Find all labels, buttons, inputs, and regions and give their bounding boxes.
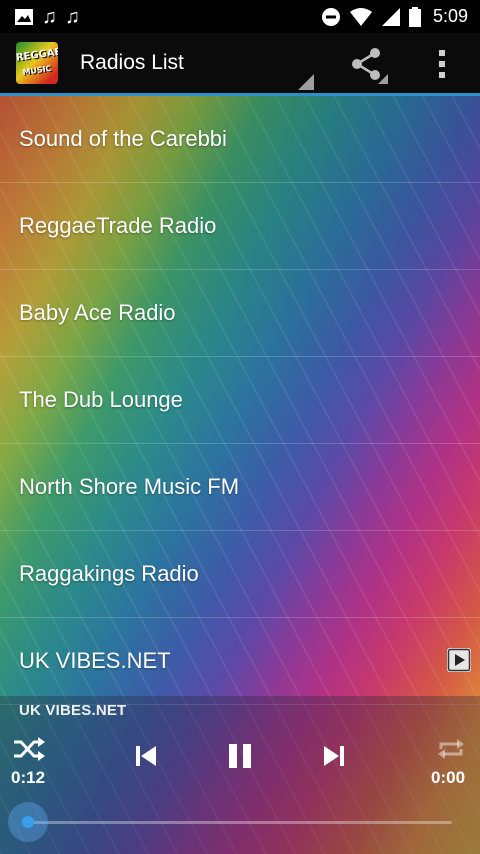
share-menu-indicator-icon	[378, 74, 388, 84]
app-logo[interactable]: REGGAE MUSIC	[16, 42, 58, 84]
now-playing-icon	[447, 648, 471, 672]
station-name: The Dub Lounge	[19, 387, 183, 412]
duration-time: 0:00	[431, 768, 466, 787]
station-name: North Shore Music FM	[19, 474, 240, 499]
station-list: Sound of the Carebbi ReggaeTrade Radio B…	[0, 96, 480, 705]
list-item[interactable]: ReggaeTrade Radio	[0, 183, 480, 270]
station-name: ReggaeTrade Radio	[19, 213, 217, 238]
list-item[interactable]: Raggakings Radio	[0, 531, 480, 618]
wifi-icon	[349, 7, 372, 26]
player-panel: UK VIBES.NET 0:12 0:00	[0, 696, 480, 854]
more-vert-icon[interactable]	[430, 46, 454, 82]
music-note-icon: ♫	[42, 5, 57, 28]
battery-icon	[408, 6, 421, 27]
station-name: Baby Ace Radio	[19, 300, 176, 325]
list-item[interactable]: Sound of the Carebbi	[0, 96, 480, 183]
list-item[interactable]: The Dub Lounge	[0, 357, 480, 444]
previous-icon[interactable]	[134, 744, 158, 768]
shuffle-icon[interactable]	[12, 736, 46, 762]
action-bar: REGGAE MUSIC Radios List	[0, 33, 480, 96]
next-icon[interactable]	[322, 744, 346, 768]
pause-icon[interactable]	[226, 742, 254, 770]
seek-thumb[interactable]	[8, 802, 48, 842]
status-bar: ♫ ♫ 5:09	[0, 0, 480, 33]
repeat-icon[interactable]	[436, 736, 466, 762]
page-title[interactable]: Radios List	[80, 51, 184, 75]
now-playing-title: UK VIBES.NET	[19, 702, 127, 719]
music-note-icon: ♫	[65, 5, 80, 28]
seek-bar[interactable]	[28, 821, 452, 824]
do-not-disturb-icon	[321, 7, 340, 26]
station-name: Sound of the Carebbi	[19, 126, 227, 151]
station-name: UK VIBES.NET	[19, 648, 171, 673]
list-item[interactable]: Baby Ace Radio	[0, 270, 480, 357]
image-icon	[15, 8, 33, 25]
station-name: Raggakings Radio	[19, 561, 199, 586]
app-logo-text: REGGAE	[16, 46, 58, 64]
list-item[interactable]: North Shore Music FM	[0, 444, 480, 531]
elapsed-time: 0:12	[11, 768, 46, 787]
signal-icon	[381, 7, 400, 26]
app-logo-subtext: MUSIC	[21, 64, 53, 77]
status-time: 5:09	[432, 6, 468, 26]
spinner-indicator-icon	[298, 74, 314, 90]
list-item[interactable]: UK VIBES.NET	[0, 618, 480, 705]
